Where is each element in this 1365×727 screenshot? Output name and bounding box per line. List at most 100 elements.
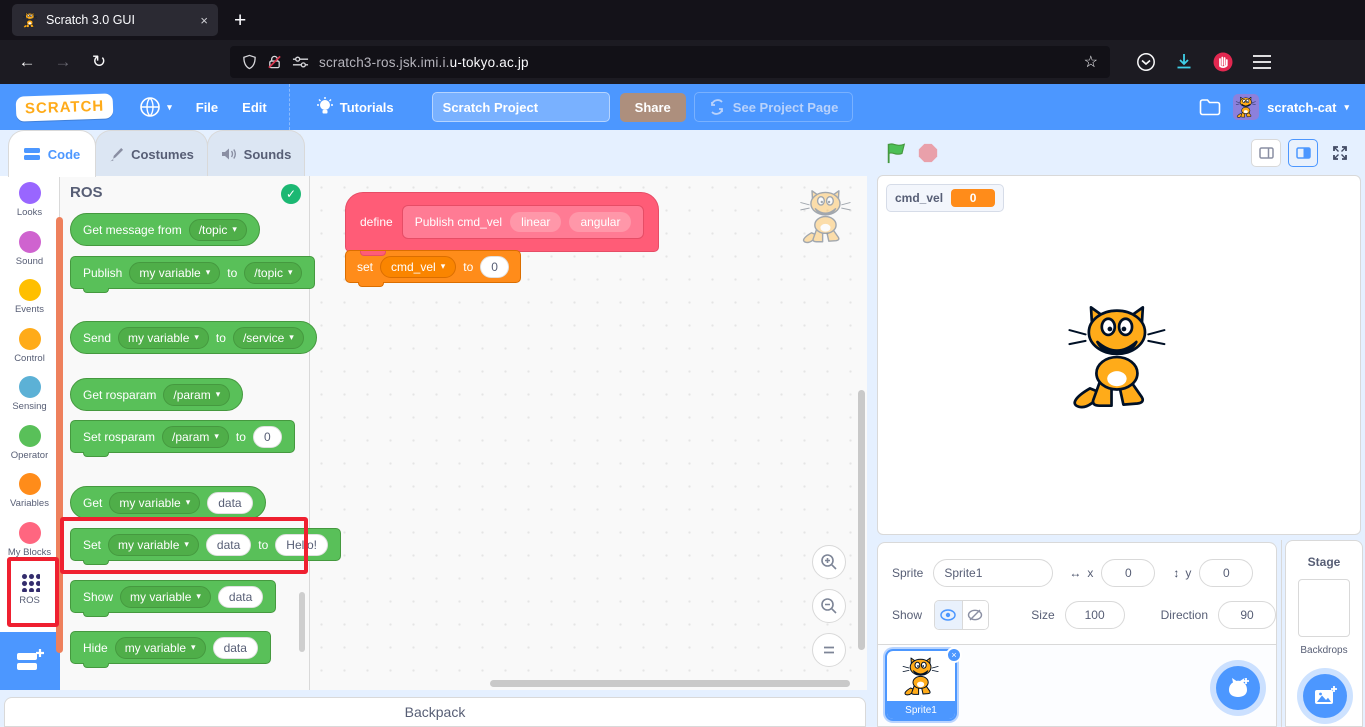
block-get-rosparam[interactable]: Get rosparam /param	[70, 378, 243, 411]
backdrops-label: Backdrops	[1286, 645, 1362, 656]
sync-arrows-icon	[709, 99, 725, 115]
variable-dropdown[interactable]: my variable	[115, 637, 206, 659]
folder-icon	[1199, 98, 1221, 116]
see-project-page-button[interactable]: See Project Page	[694, 92, 854, 122]
bookmark-star-icon[interactable]: ☆	[1084, 52, 1098, 72]
lock-insecure-icon[interactable]	[267, 54, 282, 70]
block-hide-variable[interactable]: Hide my variable data	[70, 631, 271, 664]
sidebar-item-looks[interactable]: Looks	[0, 176, 59, 225]
scratch-logo[interactable]: SCRATCH	[16, 93, 114, 121]
data-field[interactable]: data	[213, 637, 258, 659]
add-backdrop-button[interactable]	[1303, 674, 1347, 718]
block-get-message-from[interactable]: Get message from /topic	[70, 213, 260, 246]
hamburger-menu-icon[interactable]	[1252, 54, 1272, 70]
reload-button[interactable]: ↻	[84, 47, 114, 77]
sidebar-item-sound[interactable]: Sound	[0, 225, 59, 274]
events-color-dot	[19, 279, 41, 301]
account-menu[interactable]: scratch-cat ▾	[1233, 94, 1349, 120]
delete-sprite-badge[interactable]: ×	[946, 647, 962, 663]
value-input[interactable]: 0	[253, 426, 282, 448]
zoom-in-button[interactable]	[812, 545, 846, 579]
tab-costumes[interactable]: Costumes	[95, 130, 208, 177]
block-palette: ROS ✓ Get message from /topic Publish my…	[60, 176, 310, 690]
stage-thumbnail[interactable]	[1298, 579, 1350, 637]
large-stage-button[interactable]	[1288, 139, 1318, 167]
project-name-input[interactable]	[432, 92, 610, 122]
show-sprite-button[interactable]	[935, 601, 962, 629]
url-bar[interactable]: scratch3-ros.jsk.imi.i.u-tokyo.ac.jp ☆	[230, 46, 1110, 78]
size-input[interactable]	[1065, 601, 1125, 629]
my-stuff-folder[interactable]	[1187, 84, 1233, 130]
block-publish[interactable]: Publish my variable to /topic	[70, 256, 315, 289]
variable-monitor[interactable]: cmd_vel 0	[886, 184, 1004, 212]
direction-label: Direction	[1161, 608, 1208, 622]
workspace-vertical-scrollbar[interactable]	[858, 390, 865, 650]
tab-code[interactable]: Code	[8, 130, 96, 177]
sprite-name-input[interactable]	[933, 559, 1053, 587]
value-input[interactable]: 0	[480, 256, 509, 278]
fullscreen-button[interactable]	[1325, 139, 1355, 167]
small-stage-icon	[1259, 147, 1274, 159]
download-icon[interactable]	[1174, 52, 1194, 72]
new-tab-button[interactable]: +	[234, 10, 246, 31]
backpack-bar[interactable]: Backpack	[4, 697, 866, 727]
small-stage-button[interactable]	[1251, 139, 1281, 167]
palette-scrollbar[interactable]	[299, 592, 305, 652]
tab-close-icon[interactable]: ×	[200, 13, 208, 28]
direction-input[interactable]	[1218, 601, 1276, 629]
menubar-divider	[289, 84, 290, 130]
variable-dropdown[interactable]: cmd_vel	[380, 256, 456, 278]
code-workspace[interactable]: define Publish cmd_vel linear angular se…	[310, 176, 867, 690]
language-selector[interactable]: ▾	[127, 84, 184, 130]
extension-hand-icon[interactable]	[1212, 51, 1234, 73]
variable-dropdown[interactable]: my variable	[129, 262, 220, 284]
sidebar-item-control[interactable]: Control	[0, 322, 59, 371]
sprite-tile-sprite1[interactable]: Sprite1	[885, 649, 957, 721]
block-set-rosparam[interactable]: Set rosparam /param to 0	[70, 420, 295, 453]
workspace-horizontal-scrollbar[interactable]	[490, 680, 850, 687]
topic-dropdown[interactable]: /topic	[244, 262, 302, 284]
x-position-input[interactable]	[1101, 559, 1155, 587]
green-flag-button[interactable]	[885, 142, 907, 164]
zoom-reset-icon	[821, 642, 837, 658]
sidebar-item-events[interactable]: Events	[0, 273, 59, 322]
edit-menu[interactable]: Edit	[230, 84, 279, 130]
variable-dropdown[interactable]: my variable	[120, 586, 211, 608]
add-extension-button[interactable]	[0, 632, 60, 690]
variable-dropdown[interactable]: my variable	[109, 492, 200, 514]
y-position-input[interactable]	[1199, 559, 1253, 587]
browser-tab-title: Scratch 3.0 GUI	[46, 13, 192, 27]
add-sprite-button[interactable]	[1216, 666, 1260, 710]
share-button[interactable]: Share	[620, 93, 686, 122]
block-get-variable[interactable]: Get my variable data	[70, 486, 266, 519]
permissions-icon[interactable]	[292, 55, 309, 69]
stage-sprite-cat[interactable]	[1064, 302, 1172, 410]
browser-tab[interactable]: Scratch 3.0 GUI ×	[12, 4, 218, 36]
data-field[interactable]: data	[207, 492, 252, 514]
data-field[interactable]: data	[218, 586, 263, 608]
param-dropdown[interactable]: /param	[163, 384, 230, 406]
back-button[interactable]: ←	[12, 47, 42, 77]
stop-button[interactable]	[917, 142, 939, 164]
file-menu[interactable]: File	[184, 84, 230, 130]
pocket-icon[interactable]	[1136, 52, 1156, 72]
shield-icon[interactable]	[242, 54, 257, 70]
zoom-out-button[interactable]	[812, 589, 846, 623]
param-dropdown[interactable]: /param	[162, 426, 229, 448]
url-text[interactable]: scratch3-ros.jsk.imi.i.u-tokyo.ac.jp	[319, 55, 1074, 70]
service-dropdown[interactable]: /service	[233, 327, 304, 349]
stage-selector-panel[interactable]: Stage Backdrops	[1285, 540, 1363, 727]
sidebar-item-variables[interactable]: Variables	[0, 467, 59, 516]
tab-sounds[interactable]: Sounds	[207, 130, 305, 177]
hide-sprite-button[interactable]	[962, 601, 989, 629]
sidebar-item-sensing[interactable]: Sensing	[0, 370, 59, 419]
tutorials-menu[interactable]: Tutorials	[304, 84, 406, 130]
zoom-reset-button[interactable]	[812, 633, 846, 667]
sidebar-item-operator[interactable]: Operator	[0, 419, 59, 468]
variable-dropdown[interactable]: my variable	[118, 327, 209, 349]
topic-dropdown[interactable]: /topic	[189, 219, 247, 241]
block-show-variable[interactable]: Show my variable data	[70, 580, 276, 613]
define-hat-block[interactable]: define Publish cmd_vel linear angular	[345, 192, 659, 252]
block-send-service[interactable]: Send my variable to /service	[70, 321, 317, 354]
stage[interactable]: cmd_vel 0	[877, 175, 1361, 535]
